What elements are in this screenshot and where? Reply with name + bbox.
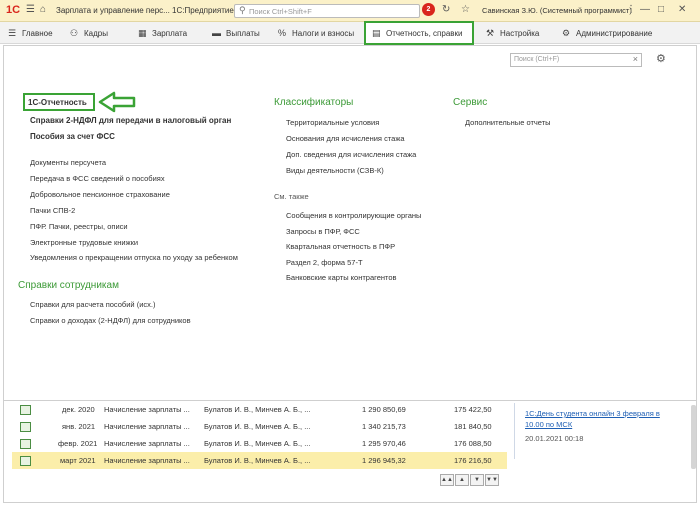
search-icon: ⚲ [239, 5, 246, 15]
star-icon[interactable]: ☆ [461, 4, 470, 15]
app-logo: 1С [6, 4, 21, 16]
document-icon [20, 422, 31, 432]
maximize-icon[interactable]: □ [658, 4, 664, 15]
link-seniority-basis[interactable]: Основания для исчисления стажа [286, 134, 405, 143]
link-voluntary-pension[interactable]: Добровольное пенсионное страхование [30, 190, 170, 199]
menu-dots-icon[interactable]: ⋮ [626, 4, 636, 15]
section-hr[interactable]: ⚇ Кадры [70, 22, 108, 44]
gear-icon: ⚙ [562, 28, 571, 38]
document-icon [20, 439, 31, 449]
section-payments[interactable]: ▬ Выплаты [212, 22, 260, 44]
news-scrollbar[interactable] [691, 405, 696, 469]
menu-icon: ☰ [8, 28, 17, 38]
document-icon [20, 405, 31, 415]
link-leave-notifications[interactable]: Уведомления о прекращении отпуска по ухо… [30, 253, 238, 262]
annotation-arrow-left-icon [98, 91, 136, 113]
link-seniority-extra[interactable]: Доп. сведения для исчисления стажа [286, 150, 416, 159]
section-salary[interactable]: ▦ Зарплата [138, 22, 187, 44]
history-icon[interactable]: ↻ [442, 4, 450, 15]
link-form-57t[interactable]: Раздел 2, форма 57-Т [286, 258, 363, 267]
global-search-input[interactable]: ⚲ Поиск Ctrl+Shift+F [234, 4, 420, 18]
section-taxes[interactable]: % Налоги и взносы [278, 22, 354, 44]
link-2ndfl-tax[interactable]: Справки 2-НДФЛ для передачи в налоговый … [30, 116, 231, 125]
table-row-selected[interactable]: март 2021 Начисление зарплаты ... Булато… [12, 452, 507, 469]
link-income-certificates[interactable]: Справки о доходах (2-НДФЛ) для сотрудник… [30, 316, 191, 325]
section-main[interactable]: ☰ Главное [8, 22, 53, 44]
link-territorial-conditions[interactable]: Территориальные условия [286, 118, 379, 127]
title-bar: 1С ☰ ⌂ Зарплата и управление перс... 1С:… [0, 0, 700, 22]
first-page-icon[interactable]: ▲▲ [440, 474, 454, 486]
news-date: 20.01.2021 00:18 [525, 434, 584, 443]
panel-settings-gear-icon[interactable]: ⚙ [656, 52, 666, 65]
prev-page-icon[interactable]: ▲ [455, 474, 469, 486]
link-activity-types[interactable]: Виды деятельности (СЗВ-К) [286, 166, 384, 175]
table-pager: ▲▲ ▲ ▼ ▼▼ [440, 474, 500, 486]
wrench-icon: ⚒ [486, 28, 495, 38]
header-service: Сервис [453, 97, 488, 108]
user-name[interactable]: Савинская З.Ю. (Системный программист) [482, 6, 632, 15]
link-pfr-fss-requests[interactable]: Запросы в ПФР, ФСС [286, 227, 360, 236]
hamburger-icon[interactable]: ☰ [26, 4, 35, 15]
link-benefit-certificates[interactable]: Справки для расчета пособий (исх.) [30, 300, 155, 309]
header-classifiers: Классификаторы [274, 97, 354, 108]
wallet-icon: ▬ [212, 28, 221, 38]
section-administration[interactable]: ⚙ Администрирование [562, 22, 652, 44]
news-link-continuation[interactable]: 10.00 по МСК [525, 420, 572, 429]
section-reports[interactable]: ▤ Отчетность, справки [364, 21, 474, 45]
panel-search-input[interactable]: Поиск (Ctrl+F) × [510, 53, 642, 67]
link-bank-cards[interactable]: Банковские карты контрагентов [286, 273, 397, 282]
table-row[interactable]: янв. 2021 Начисление зарплаты ... Булато… [12, 418, 507, 435]
home-icon[interactable]: ⌂ [40, 4, 46, 15]
news-link[interactable]: 1С:День студента онлайн 3 февраля в [525, 409, 660, 418]
section-settings[interactable]: ⚒ Настройка [486, 22, 539, 44]
window-title: Зарплата и управление перс... 1С:Предпри… [56, 6, 234, 15]
payroll-list: дек. 2020 Начисление зарплаты ... Булато… [3, 401, 697, 503]
link-personal-docs[interactable]: Документы персучета [30, 158, 106, 167]
link-pfr-packs[interactable]: ПФР. Пачки, реестры, описи [30, 222, 128, 231]
header-employee-certificates: Справки сотрудникам [18, 280, 119, 291]
next-page-icon[interactable]: ▼ [470, 474, 484, 486]
report-icon: ▤ [372, 28, 381, 38]
link-electronic-workbooks[interactable]: Электронные трудовые книжки [30, 238, 138, 247]
close-icon[interactable]: ✕ [678, 4, 686, 15]
table-row[interactable]: дек. 2020 Начисление зарплаты ... Булато… [12, 401, 507, 418]
document-icon [20, 456, 31, 466]
people-icon: ⚇ [70, 28, 79, 38]
link-spv2-packs[interactable]: Пачки СПВ-2 [30, 206, 75, 215]
news-divider [514, 403, 515, 459]
link-fss-benefits[interactable]: Пособия за счет ФСС [30, 132, 115, 141]
last-page-icon[interactable]: ▼▼ [485, 474, 499, 486]
link-fss-transfer[interactable]: Передача в ФСС сведений о пособиях [30, 174, 165, 183]
section-commands-panel: Поиск (Ctrl+F) × ⚙ 1С-Отчетность Справки… [3, 45, 697, 401]
notifications-badge[interactable]: 2 [422, 3, 435, 16]
minimize-icon[interactable]: — [640, 4, 650, 15]
calculator-icon: ▦ [138, 28, 147, 38]
header-see-also: См. также [274, 192, 309, 201]
link-control-messages[interactable]: Сообщения в контролирующие органы [286, 211, 421, 220]
link-additional-reports[interactable]: Дополнительные отчеты [465, 118, 551, 127]
clear-search-icon[interactable]: × [633, 54, 638, 64]
link-1c-reporting[interactable]: 1С-Отчетность [28, 98, 87, 107]
table-row[interactable]: февр. 2021 Начисление зарплаты ... Булат… [12, 435, 507, 452]
link-quarterly-pfr[interactable]: Квартальная отчетность в ПФР [286, 242, 395, 251]
percent-icon: % [278, 28, 287, 38]
sections-panel: ☰ Главное ⚇ Кадры ▦ Зарплата ▬ Выплаты % Нало… [0, 21, 700, 45]
